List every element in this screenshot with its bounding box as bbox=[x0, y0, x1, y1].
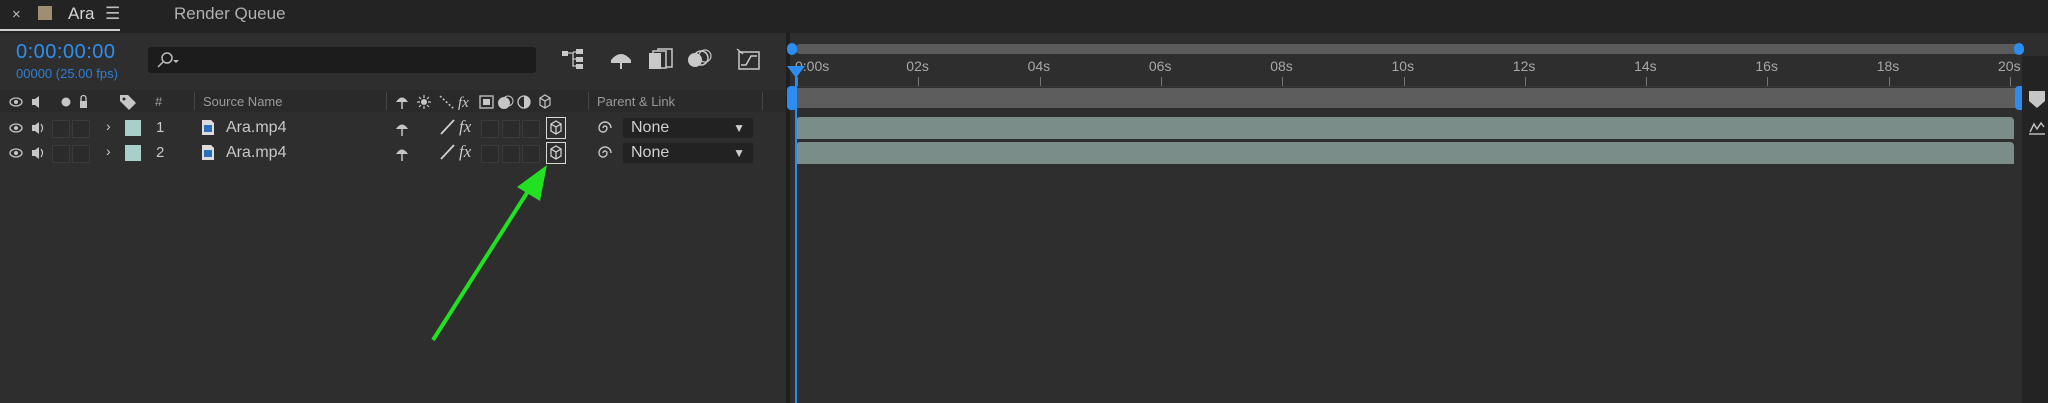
work-area-bar[interactable] bbox=[795, 88, 2022, 108]
layer-number: 2 bbox=[156, 144, 165, 161]
video-visibility-icon[interactable] bbox=[8, 145, 48, 161]
ruler-tick-mark bbox=[1888, 77, 1890, 86]
tab-bar bbox=[0, 0, 2048, 33]
column-divider bbox=[386, 92, 387, 110]
layer-label-color[interactable] bbox=[125, 145, 141, 161]
layer-search-input[interactable] bbox=[148, 47, 536, 73]
av-switch-header-icons bbox=[9, 94, 87, 108]
parent-value: None bbox=[631, 144, 670, 161]
ruler-tick-mark bbox=[1282, 77, 1284, 86]
3d-layer-switch-icon[interactable] bbox=[546, 142, 566, 164]
ruler-tick-mark bbox=[1524, 77, 1526, 86]
parent-dropdown[interactable]: None ▼ bbox=[623, 118, 753, 138]
parent-dropdown[interactable]: None ▼ bbox=[623, 143, 753, 163]
chevron-down-icon: ▼ bbox=[733, 121, 745, 135]
time-navigator-end-handle[interactable] bbox=[2014, 43, 2024, 55]
ruler-tick-label: 02s bbox=[906, 58, 929, 74]
frame-rate-info: 00000 (25.00 fps) bbox=[16, 66, 118, 81]
lock-switch[interactable] bbox=[72, 120, 90, 138]
solo-switch[interactable] bbox=[52, 120, 70, 138]
pick-whip-icon[interactable] bbox=[596, 144, 614, 162]
comp-flowchart-icon[interactable] bbox=[560, 48, 586, 70]
solo-switch[interactable] bbox=[52, 145, 70, 163]
frame-blend-switch[interactable] bbox=[481, 120, 499, 138]
lock-switch[interactable] bbox=[72, 145, 90, 163]
ruler-tick-label: 12s bbox=[1512, 58, 1536, 74]
ruler-tick-label: 20s bbox=[1998, 58, 2021, 74]
tab-render-queue[interactable]: Render Queue bbox=[174, 4, 286, 24]
shy-switch-icon[interactable] bbox=[394, 145, 412, 161]
layer-source-name[interactable]: Ara.mp4 bbox=[226, 119, 286, 137]
comp-color-swatch bbox=[38, 6, 52, 20]
ruler-tick-label: 08s bbox=[1270, 58, 1293, 74]
3d-layer-switch-icon[interactable] bbox=[546, 117, 566, 139]
motion-blur-icon[interactable] bbox=[686, 48, 712, 70]
ruler-tick-label: 10s bbox=[1391, 58, 1415, 74]
parent-link-header[interactable]: Parent & Link bbox=[597, 94, 675, 109]
effects-switch[interactable]: fx bbox=[459, 142, 471, 162]
current-time-indicator-line bbox=[795, 68, 797, 403]
switches-header-icons: fx bbox=[396, 94, 551, 111]
current-timecode[interactable]: 0:00:00:00 bbox=[16, 41, 116, 64]
column-divider bbox=[762, 92, 763, 110]
effects-switch[interactable]: fx bbox=[459, 117, 471, 137]
parent-value: None bbox=[631, 119, 670, 136]
quality-switch-icon[interactable] bbox=[438, 143, 456, 161]
active-tab-underline bbox=[0, 29, 120, 31]
frame-blend-switch[interactable] bbox=[481, 145, 499, 163]
ruler-tick-mark bbox=[797, 77, 798, 86]
tab-comp-name[interactable]: Ara bbox=[68, 4, 94, 24]
quality-switch-icon[interactable] bbox=[438, 118, 456, 136]
annotation-arrow bbox=[431, 165, 547, 342]
pick-whip-icon[interactable] bbox=[596, 119, 614, 137]
ruler-tick-mark bbox=[1767, 77, 1769, 86]
layer-number-header: # bbox=[155, 94, 163, 109]
ruler-tick-mark bbox=[1160, 77, 1162, 86]
motion-blur-switch[interactable] bbox=[502, 145, 520, 163]
layer-duration-bar[interactable] bbox=[796, 142, 2014, 164]
shy-switch-icon[interactable] bbox=[394, 120, 412, 136]
ruler-tick-mark bbox=[918, 77, 920, 86]
time-navigator-start-handle[interactable] bbox=[787, 43, 797, 55]
ruler-tick-label: 06s bbox=[1148, 58, 1172, 74]
motion-blur-switch[interactable] bbox=[502, 120, 520, 138]
layer-number: 1 bbox=[156, 119, 165, 136]
adjustment-layer-switch[interactable] bbox=[522, 120, 540, 138]
layer-source-name[interactable]: Ara.mp4 bbox=[226, 144, 286, 162]
adjustment-layer-switch[interactable] bbox=[522, 145, 540, 163]
svg-text:fx: fx bbox=[458, 95, 469, 111]
footage-file-icon bbox=[202, 120, 214, 135]
current-time-indicator[interactable] bbox=[787, 66, 805, 78]
close-tab-icon[interactable]: × bbox=[12, 6, 21, 23]
search-icon bbox=[157, 52, 179, 68]
frame-blending-icon[interactable] bbox=[648, 48, 674, 70]
ruler-tick-label: 04s bbox=[1027, 58, 1051, 74]
comp-marker-icon[interactable] bbox=[2028, 90, 2046, 110]
ruler-tick-label: 18s bbox=[1876, 58, 1900, 74]
time-navigator-bar[interactable] bbox=[795, 44, 2022, 54]
draft-3d-icon[interactable] bbox=[608, 48, 634, 70]
column-divider bbox=[588, 92, 589, 110]
graph-editor-icon[interactable] bbox=[736, 48, 762, 72]
expand-chevron-icon[interactable]: › bbox=[106, 118, 111, 134]
source-name-header[interactable]: Source Name bbox=[203, 94, 282, 109]
ruler-tick-mark bbox=[1403, 77, 1405, 86]
footage-file-icon bbox=[202, 145, 214, 160]
ruler-tick-mark bbox=[1039, 77, 1041, 86]
hand-icon[interactable] bbox=[2026, 118, 2048, 140]
ruler-tick-mark bbox=[2010, 77, 2011, 86]
ruler-tick-label: 16s bbox=[1755, 58, 1778, 74]
column-divider bbox=[194, 92, 195, 110]
tab-menu-icon[interactable]: ☰ bbox=[105, 4, 120, 24]
ruler-tick-label: 14s bbox=[1634, 58, 1657, 74]
expand-chevron-icon[interactable]: › bbox=[106, 143, 111, 159]
chevron-down-icon: ▼ bbox=[733, 146, 745, 160]
ruler-tick-mark bbox=[1646, 77, 1648, 86]
layer-label-color[interactable] bbox=[125, 120, 141, 136]
layer-duration-bar[interactable] bbox=[796, 117, 2014, 139]
label-tag-icon bbox=[120, 95, 136, 110]
video-visibility-icon[interactable] bbox=[8, 120, 48, 136]
